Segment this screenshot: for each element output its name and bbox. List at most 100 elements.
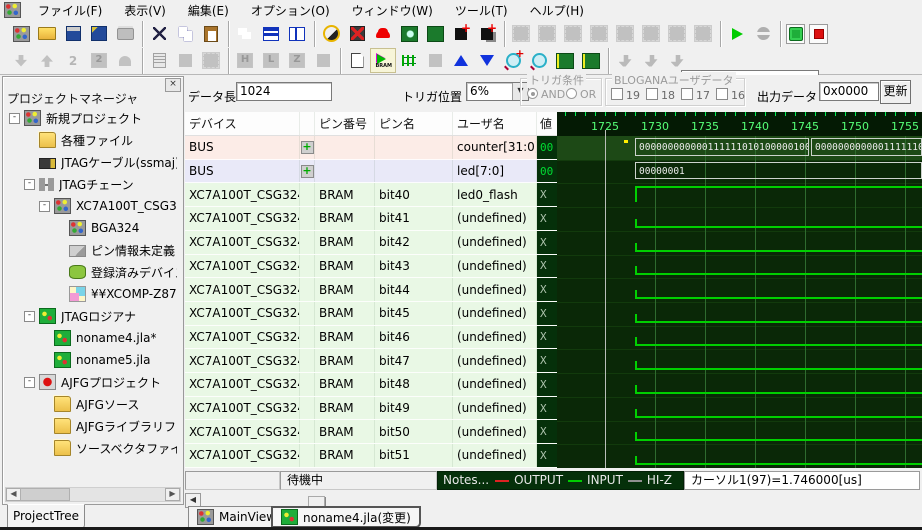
tree-expander-icon[interactable]: - (24, 377, 35, 388)
table-row[interactable]: XC7A100T_CSG324BRAMbit43(undefined)X (185, 255, 557, 279)
col-header[interactable]: ピン番号 (315, 112, 375, 135)
new-project-button[interactable] (8, 21, 34, 46)
tree-expander-icon[interactable]: - (39, 201, 50, 212)
tree-item[interactable]: ¥¥XCOMP-Z87 (5, 283, 177, 305)
data-length-input[interactable]: 1024 (236, 82, 332, 101)
board-query-button[interactable] (422, 21, 448, 46)
cursor-line[interactable] (605, 130, 606, 468)
table-row[interactable]: XC7A100T_CSG324BRAMbit49(undefined)X (185, 397, 557, 421)
tree-item[interactable]: -JTAGロジアナ (5, 305, 177, 327)
chip-transfer-3-icon (671, 55, 684, 67)
tree-item[interactable]: -新規プロジェクト (5, 107, 177, 129)
menu-item[interactable]: オプション(O) (240, 2, 341, 20)
tree-item[interactable]: -JTAGチェーン (5, 173, 177, 195)
zoom-in-button[interactable] (500, 48, 526, 73)
table-row[interactable]: XC7A100T_CSG324BRAMbit44(undefined)X (185, 278, 557, 302)
output-data-input[interactable]: 0x0000 (819, 82, 879, 101)
zoom-out-button[interactable] (526, 48, 552, 73)
tree-item[interactable]: AJFGソース (5, 393, 177, 415)
scrollbar-thumb[interactable] (20, 488, 70, 501)
cascade-windows-button[interactable] (232, 21, 258, 46)
table-row[interactable]: XC7A100T_CSG324BRAMbit51(undefined)X (185, 444, 557, 468)
col-header[interactable]: ピン名 (375, 112, 453, 135)
table-row[interactable]: XC7A100T_CSG324BRAMbit45(undefined)X (185, 302, 557, 326)
table-row[interactable]: XC7A100T_CSG324BRAMbit48(undefined)X (185, 373, 557, 397)
menu-item[interactable]: ファイル(F) (27, 2, 113, 20)
save-button[interactable] (60, 21, 86, 46)
menu-item[interactable]: 編集(E) (177, 2, 240, 20)
scan-board-button[interactable] (396, 21, 422, 46)
blogana-checkbox-16[interactable]: 16 (716, 89, 745, 102)
paste-button[interactable] (198, 21, 224, 46)
copy-button[interactable] (172, 21, 198, 46)
tree-item[interactable]: noname5.jla (5, 349, 177, 371)
table-row[interactable]: XC7A100T_CSG324BRAMbit46(undefined)X (185, 326, 557, 350)
bus-expand-icon[interactable]: + (301, 141, 314, 154)
probe-disconnect-button[interactable] (344, 21, 370, 46)
blogana-checkbox-18[interactable]: 18 (646, 89, 675, 102)
radio-or[interactable]: OR (566, 88, 596, 101)
col-header[interactable]: 値 (537, 112, 557, 135)
cut-button[interactable] (146, 21, 172, 46)
menu-item[interactable]: ツール(T) (444, 2, 519, 20)
reset-button[interactable] (370, 21, 396, 46)
tab-projecttree[interactable]: ProjectTree (7, 504, 85, 529)
logic-analyzer-toggle[interactable] (786, 24, 805, 44)
add-device-list-button[interactable] (474, 21, 500, 46)
menu-item[interactable]: ウィンドウ(W) (341, 2, 444, 20)
tree-item[interactable]: JTAGケーブル(ssmaj) (5, 151, 177, 173)
table-row[interactable]: BUS+counter[31:0]00 (185, 136, 557, 160)
tile-horizontal-button[interactable] (258, 21, 284, 46)
run-capture-button[interactable] (724, 21, 750, 46)
add-device-button[interactable] (448, 21, 474, 46)
col-header-device[interactable]: デバイス (185, 112, 300, 135)
scroll-right-icon[interactable]: ▶ (165, 488, 180, 501)
tree-item[interactable]: -AJFGプロジェクト (5, 371, 177, 393)
tree-item[interactable]: 登録済みデバイス (5, 261, 177, 283)
radio-and[interactable]: AND (527, 88, 565, 101)
tab-noname4-jla[interactable]: noname4.jla(変更) (271, 506, 421, 528)
new-waveform-button[interactable] (344, 48, 370, 73)
open-file-button[interactable] (34, 21, 60, 46)
col-header[interactable]: ユーザ名 (453, 112, 537, 135)
menu-item[interactable]: 表示(V) (113, 2, 177, 20)
menu-item[interactable]: ヘルプ(H) (519, 2, 595, 20)
tile-vertical-button[interactable] (284, 21, 310, 46)
blogana-checkbox-17[interactable]: 17 (681, 89, 710, 102)
cell-device: XC7A100T_CSG324 (185, 302, 300, 325)
table-row[interactable]: XC7A100T_CSG324BRAMbit47(undefined)X (185, 349, 557, 373)
table-row[interactable]: XC7A100T_CSG324BRAMbit41(undefined)X (185, 207, 557, 231)
tree-item[interactable]: ソースベクタファイル (5, 437, 177, 459)
notes-label[interactable]: Notes... (443, 472, 489, 489)
tree-horizontal-scrollbar[interactable]: ◀ ▶ (5, 487, 181, 502)
tree-item[interactable]: noname4.jla* (5, 327, 177, 349)
record-toggle[interactable] (809, 24, 828, 44)
tree-item[interactable]: ピン情報未定義 (5, 239, 177, 261)
ruler-label: 1755 (891, 120, 919, 133)
tree-item[interactable]: 各種ファイル (5, 129, 177, 151)
bus-expand-icon[interactable]: + (301, 165, 314, 178)
cell-device: XC7A100T_CSG324 (185, 207, 300, 230)
jump-next-edge-button[interactable] (552, 48, 578, 73)
tree-expander-icon[interactable]: - (9, 113, 20, 124)
bram-view-button[interactable] (370, 48, 396, 73)
waveform-area[interactable]: 1725173017351740174517501755 00000000000… (557, 112, 922, 468)
signal-up-button[interactable] (448, 48, 474, 73)
tree-item[interactable]: BGA324 (5, 217, 177, 239)
table-row[interactable]: XC7A100T_CSG324BRAMbit42(undefined)X (185, 231, 557, 255)
table-row[interactable]: XC7A100T_CSG324BRAMbit40led0_flashX (185, 183, 557, 207)
tree-expander-icon[interactable]: - (24, 179, 35, 190)
blogana-checkbox-19[interactable]: 19 (611, 89, 640, 102)
tree-item[interactable]: AJFGライブラリファイル (5, 415, 177, 437)
jump-prev-edge-button[interactable] (578, 48, 604, 73)
tree-expander-icon[interactable]: - (24, 311, 35, 322)
update-button[interactable]: 更新 (880, 80, 911, 104)
signal-down-button[interactable] (474, 48, 500, 73)
scroll-left-icon[interactable]: ◀ (6, 488, 21, 501)
tree-item[interactable]: -XC7A100T_CSG324 (5, 195, 177, 217)
wave-view-button[interactable] (396, 48, 422, 73)
table-row[interactable]: XC7A100T_CSG324BRAMbit50(undefined)X (185, 420, 557, 444)
save-as-button[interactable] (86, 21, 112, 46)
probe-connect-button[interactable] (318, 21, 344, 46)
table-row[interactable]: BUS+led[7:0]00 (185, 160, 557, 184)
